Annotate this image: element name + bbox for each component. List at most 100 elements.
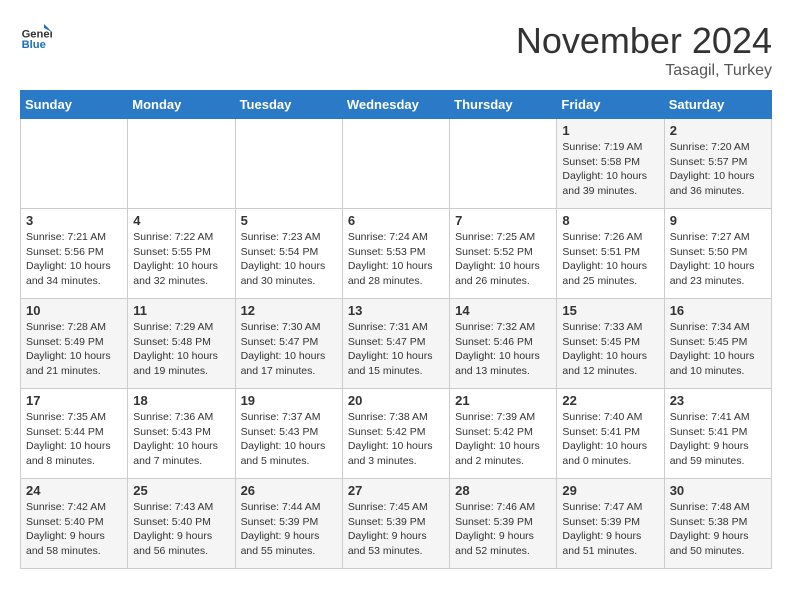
location: Tasagil, Turkey xyxy=(516,62,772,80)
calendar-week-5: 24 Sunrise: 7:42 AM Sunset: 5:40 PM Dayli… xyxy=(21,479,772,569)
day-info: Sunrise: 7:40 AM Sunset: 5:41 PM Dayligh… xyxy=(562,410,658,469)
day-info: Sunrise: 7:20 AM Sunset: 5:57 PM Dayligh… xyxy=(670,140,766,199)
calendar-cell: 6 Sunrise: 7:24 AM Sunset: 5:53 PM Daylig… xyxy=(342,209,449,299)
day-info: Sunrise: 7:43 AM Sunset: 5:40 PM Dayligh… xyxy=(133,500,229,559)
calendar-cell: 15Sunrise: 7:33 AM Sunset: 5:45 PM Dayli… xyxy=(557,299,664,389)
calendar-cell xyxy=(21,119,128,209)
calendar-cell: 23Sunrise: 7:41 AM Sunset: 5:41 PM Dayli… xyxy=(664,389,771,479)
calendar-cell: 25 Sunrise: 7:43 AM Sunset: 5:40 PM Dayli… xyxy=(128,479,235,569)
day-number: 11 xyxy=(133,303,229,318)
day-number: 9 xyxy=(670,213,766,228)
day-info: Sunrise: 7:23 AM Sunset: 5:54 PM Dayligh… xyxy=(241,230,337,289)
day-info: Sunrise: 7:29 AM Sunset: 5:48 PM Dayligh… xyxy=(133,320,229,379)
column-header-thursday: Thursday xyxy=(450,91,557,119)
day-info: Sunrise: 7:30 AM Sunset: 5:47 PM Dayligh… xyxy=(241,320,337,379)
day-number: 26 xyxy=(241,483,337,498)
day-info: Sunrise: 7:37 AM Sunset: 5:43 PM Dayligh… xyxy=(241,410,337,469)
day-info: Sunrise: 7:28 AM Sunset: 5:49 PM Dayligh… xyxy=(26,320,122,379)
day-info: Sunrise: 7:31 AM Sunset: 5:47 PM Dayligh… xyxy=(348,320,444,379)
day-number: 21 xyxy=(455,393,551,408)
column-header-tuesday: Tuesday xyxy=(235,91,342,119)
day-info: Sunrise: 7:46 AM Sunset: 5:39 PM Dayligh… xyxy=(455,500,551,559)
day-info: Sunrise: 7:38 AM Sunset: 5:42 PM Dayligh… xyxy=(348,410,444,469)
column-header-monday: Monday xyxy=(128,91,235,119)
calendar-header-row: SundayMondayTuesdayWednesdayThursdayFrid… xyxy=(21,91,772,119)
day-info: Sunrise: 7:21 AM Sunset: 5:56 PM Dayligh… xyxy=(26,230,122,289)
day-number: 29 xyxy=(562,483,658,498)
calendar-cell xyxy=(450,119,557,209)
day-number: 22 xyxy=(562,393,658,408)
day-number: 30 xyxy=(670,483,766,498)
day-number: 3 xyxy=(26,213,122,228)
day-number: 25 xyxy=(133,483,229,498)
column-header-saturday: Saturday xyxy=(664,91,771,119)
calendar-cell: 9 Sunrise: 7:27 AM Sunset: 5:50 PM Daylig… xyxy=(664,209,771,299)
day-number: 6 xyxy=(348,213,444,228)
calendar-cell xyxy=(342,119,449,209)
day-number: 17 xyxy=(26,393,122,408)
calendar-cell: 3 Sunrise: 7:21 AM Sunset: 5:56 PM Daylig… xyxy=(21,209,128,299)
day-number: 4 xyxy=(133,213,229,228)
calendar-cell: 4 Sunrise: 7:22 AM Sunset: 5:55 PM Daylig… xyxy=(128,209,235,299)
calendar-week-2: 3 Sunrise: 7:21 AM Sunset: 5:56 PM Daylig… xyxy=(21,209,772,299)
day-number: 14 xyxy=(455,303,551,318)
calendar-week-1: 1 Sunrise: 7:19 AM Sunset: 5:58 PM Daylig… xyxy=(21,119,772,209)
calendar-body: 1 Sunrise: 7:19 AM Sunset: 5:58 PM Daylig… xyxy=(21,119,772,569)
calendar-cell: 29Sunrise: 7:47 AM Sunset: 5:39 PM Dayli… xyxy=(557,479,664,569)
day-info: Sunrise: 7:24 AM Sunset: 5:53 PM Dayligh… xyxy=(348,230,444,289)
day-number: 10 xyxy=(26,303,122,318)
calendar-week-3: 10 Sunrise: 7:28 AM Sunset: 5:49 PM Dayli… xyxy=(21,299,772,389)
calendar-cell: 1 Sunrise: 7:19 AM Sunset: 5:58 PM Daylig… xyxy=(557,119,664,209)
day-number: 2 xyxy=(670,123,766,138)
calendar-cell: 2 Sunrise: 7:20 AM Sunset: 5:57 PM Daylig… xyxy=(664,119,771,209)
calendar-table: SundayMondayTuesdayWednesdayThursdayFrid… xyxy=(20,90,772,569)
day-number: 15 xyxy=(562,303,658,318)
day-number: 28 xyxy=(455,483,551,498)
day-info: Sunrise: 7:32 AM Sunset: 5:46 PM Dayligh… xyxy=(455,320,551,379)
calendar-cell: 18 Sunrise: 7:36 AM Sunset: 5:43 PM Dayli… xyxy=(128,389,235,479)
title-block: November 2024 Tasagil, Turkey xyxy=(516,20,772,80)
day-info: Sunrise: 7:42 AM Sunset: 5:40 PM Dayligh… xyxy=(26,500,122,559)
column-header-wednesday: Wednesday xyxy=(342,91,449,119)
day-number: 18 xyxy=(133,393,229,408)
day-number: 27 xyxy=(348,483,444,498)
day-number: 5 xyxy=(241,213,337,228)
day-info: Sunrise: 7:27 AM Sunset: 5:50 PM Dayligh… xyxy=(670,230,766,289)
month-title: November 2024 xyxy=(516,20,772,62)
day-info: Sunrise: 7:34 AM Sunset: 5:45 PM Dayligh… xyxy=(670,320,766,379)
calendar-cell: 5 Sunrise: 7:23 AM Sunset: 5:54 PM Daylig… xyxy=(235,209,342,299)
day-info: Sunrise: 7:36 AM Sunset: 5:43 PM Dayligh… xyxy=(133,410,229,469)
calendar-cell xyxy=(128,119,235,209)
calendar-cell: 7Sunrise: 7:25 AM Sunset: 5:52 PM Daylig… xyxy=(450,209,557,299)
day-number: 12 xyxy=(241,303,337,318)
day-info: Sunrise: 7:39 AM Sunset: 5:42 PM Dayligh… xyxy=(455,410,551,469)
calendar-cell: 27Sunrise: 7:45 AM Sunset: 5:39 PM Dayli… xyxy=(342,479,449,569)
day-info: Sunrise: 7:26 AM Sunset: 5:51 PM Dayligh… xyxy=(562,230,658,289)
day-info: Sunrise: 7:44 AM Sunset: 5:39 PM Dayligh… xyxy=(241,500,337,559)
calendar-week-4: 17Sunrise: 7:35 AM Sunset: 5:44 PM Dayli… xyxy=(21,389,772,479)
svg-text:Blue: Blue xyxy=(22,39,46,51)
day-number: 19 xyxy=(241,393,337,408)
day-info: Sunrise: 7:25 AM Sunset: 5:52 PM Dayligh… xyxy=(455,230,551,289)
calendar-cell: 8 Sunrise: 7:26 AM Sunset: 5:51 PM Daylig… xyxy=(557,209,664,299)
column-header-sunday: Sunday xyxy=(21,91,128,119)
calendar-cell: 22 Sunrise: 7:40 AM Sunset: 5:41 PM Dayli… xyxy=(557,389,664,479)
day-info: Sunrise: 7:22 AM Sunset: 5:55 PM Dayligh… xyxy=(133,230,229,289)
calendar-cell: 17Sunrise: 7:35 AM Sunset: 5:44 PM Dayli… xyxy=(21,389,128,479)
day-number: 1 xyxy=(562,123,658,138)
logo: General Blue xyxy=(20,20,52,52)
calendar-cell: 24 Sunrise: 7:42 AM Sunset: 5:40 PM Dayli… xyxy=(21,479,128,569)
calendar-cell: 11 Sunrise: 7:29 AM Sunset: 5:48 PM Dayli… xyxy=(128,299,235,389)
day-number: 16 xyxy=(670,303,766,318)
calendar-cell: 14 Sunrise: 7:32 AM Sunset: 5:46 PM Dayli… xyxy=(450,299,557,389)
day-number: 24 xyxy=(26,483,122,498)
day-number: 13 xyxy=(348,303,444,318)
page-header: General Blue November 2024 Tasagil, Turk… xyxy=(20,20,772,80)
calendar-cell: 28 Sunrise: 7:46 AM Sunset: 5:39 PM Dayli… xyxy=(450,479,557,569)
calendar-cell: 26 Sunrise: 7:44 AM Sunset: 5:39 PM Dayli… xyxy=(235,479,342,569)
day-info: Sunrise: 7:19 AM Sunset: 5:58 PM Dayligh… xyxy=(562,140,658,199)
calendar-cell: 30 Sunrise: 7:48 AM Sunset: 5:38 PM Dayli… xyxy=(664,479,771,569)
day-number: 8 xyxy=(562,213,658,228)
day-info: Sunrise: 7:48 AM Sunset: 5:38 PM Dayligh… xyxy=(670,500,766,559)
day-number: 20 xyxy=(348,393,444,408)
